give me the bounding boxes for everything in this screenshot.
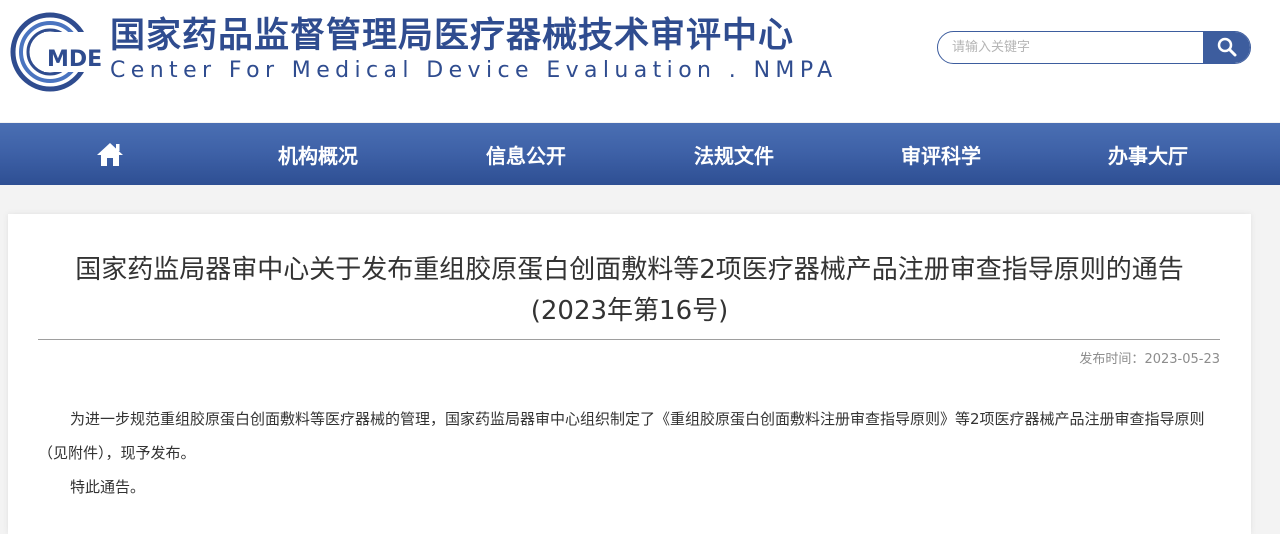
article-paragraph: 特此通告。 xyxy=(70,478,146,496)
mde-logo[interactable]: MDE xyxy=(10,12,104,92)
search-icon xyxy=(1217,37,1237,57)
nav-home[interactable] xyxy=(6,123,214,185)
nav-item-regulations[interactable]: 法规文件 xyxy=(630,123,838,185)
article-card: 国家药监局器审中心关于发布重组胶原蛋白创面敷料等2项医疗器械产品注册审查指导原则… xyxy=(8,214,1251,534)
org-name-en: Center For Medical Device Evaluation . N… xyxy=(110,58,838,83)
title-divider xyxy=(38,339,1220,340)
publish-info: 发布时间：2023-05-23 xyxy=(1079,350,1220,370)
home-icon xyxy=(97,143,123,166)
nav-item-info[interactable]: 信息公开 xyxy=(422,123,630,185)
article-subtitle: (2023年第16号) xyxy=(530,296,729,326)
logo-text: MDE xyxy=(47,47,102,72)
article-title: 国家药监局器审中心关于发布重组胶原蛋白创面敷料等2项医疗器械产品注册审查指导原则… xyxy=(75,255,1184,285)
nav-item-science[interactable]: 审评科学 xyxy=(837,123,1045,185)
search-button[interactable] xyxy=(1203,32,1250,63)
nav-item-service[interactable]: 办事大厅 xyxy=(1044,123,1252,185)
main-nav: 机构概况 信息公开 法规文件 审评科学 办事大厅 xyxy=(0,123,1280,185)
publish-date: 2023-05-23 xyxy=(1144,352,1220,367)
nav-item-about[interactable]: 机构概况 xyxy=(214,123,422,185)
org-name-cn: 国家药品监督管理局医疗器械技术审评中心 xyxy=(110,15,795,56)
article-paragraph: 为进一步规范重组胶原蛋白创面敷料等医疗器械的管理，国家药监局器审中心组织制定了《… xyxy=(38,410,1205,462)
publish-label: 发布时间： xyxy=(1079,352,1145,367)
site-header: MDE 国家药品监督管理局医疗器械技术审评中心 Center For Medic… xyxy=(0,0,1280,122)
search-input[interactable] xyxy=(952,32,1202,62)
search-box xyxy=(937,31,1251,64)
